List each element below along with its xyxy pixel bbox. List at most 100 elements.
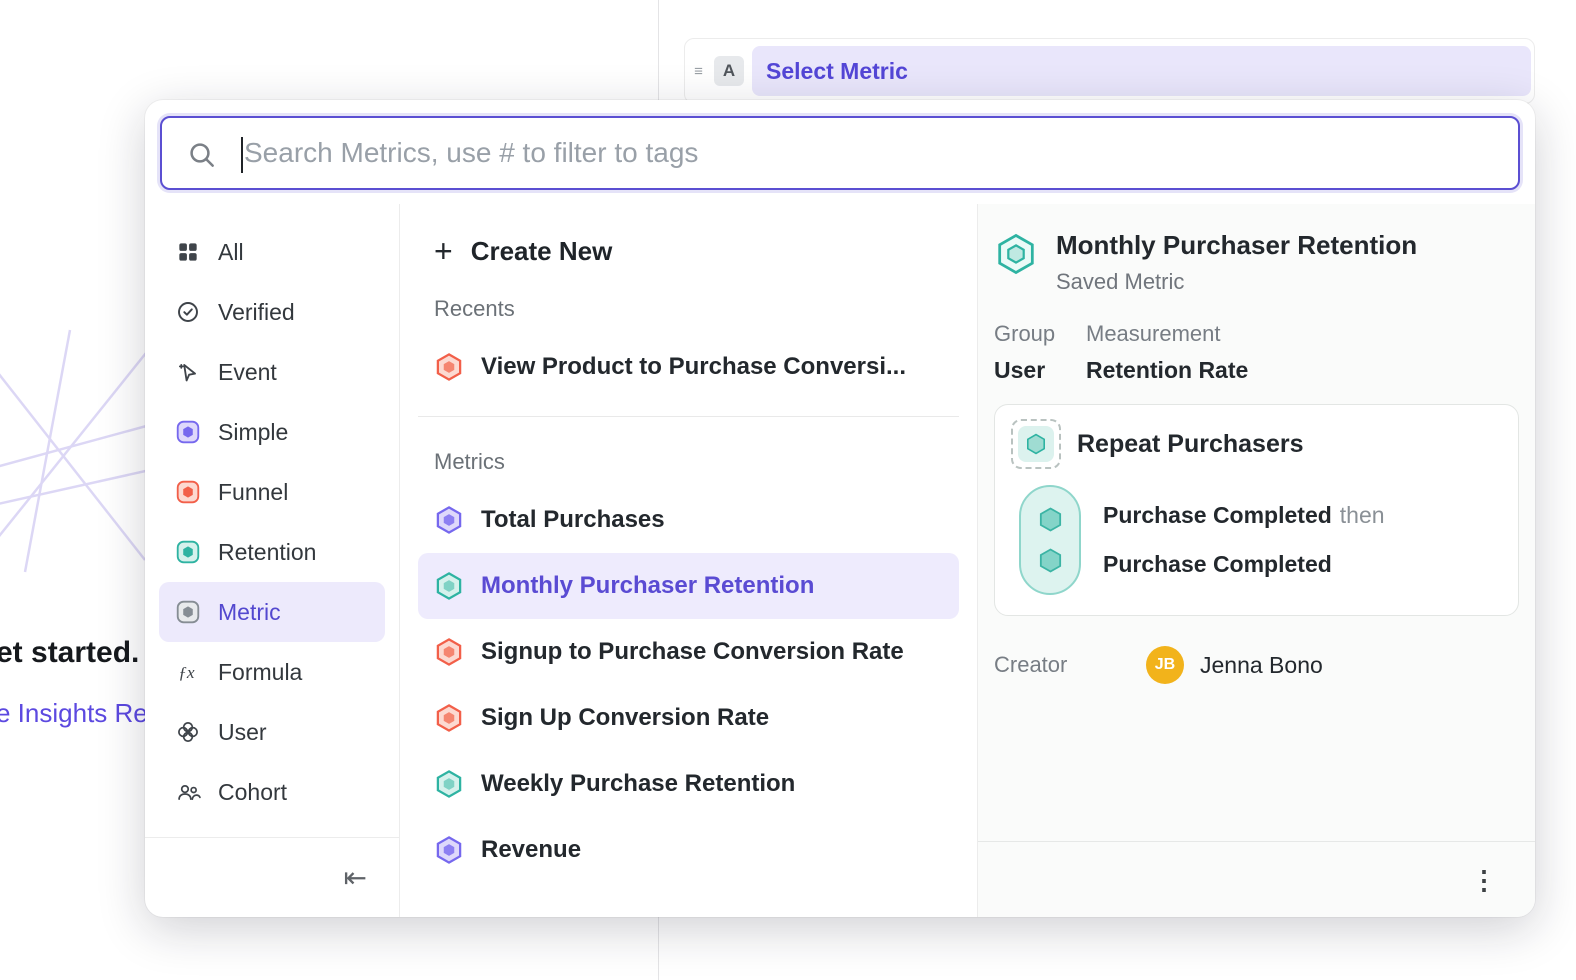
sidebar-item-label: Retention: [218, 539, 316, 566]
sidebar-item-all[interactable]: All: [159, 222, 385, 282]
sidebar-item-cohort[interactable]: Cohort: [159, 762, 385, 822]
sidebar-item-formula[interactable]: ƒx Formula: [159, 642, 385, 702]
sidebar-item-label: Cohort: [218, 779, 287, 806]
metric-definition-card: Repeat Purchasers Purchase Completed the…: [994, 404, 1519, 616]
metric-picker-modal: All Verified: [145, 100, 1535, 917]
kebab-menu-icon[interactable]: ⋮: [1471, 867, 1497, 893]
create-new-label: Create New: [471, 236, 613, 267]
sidebar-item-label: Funnel: [218, 479, 288, 506]
metric-preview-panel: Monthly Purchaser Retention Saved Metric…: [978, 204, 1535, 917]
sidebar-item-verified[interactable]: Verified: [159, 282, 385, 342]
metric-list-item[interactable]: Total Purchases: [418, 487, 959, 553]
behavior-icon: [1011, 419, 1061, 469]
step1-suffix: then: [1340, 502, 1385, 529]
query-builder-row: ≡ A Select Metric: [684, 38, 1535, 104]
event-cursor-icon: [175, 359, 201, 385]
preview-content: Monthly Purchaser Retention Saved Metric…: [978, 204, 1535, 841]
modal-body: All Verified: [145, 204, 1535, 917]
metric-label: Sign Up Conversion Rate: [481, 704, 769, 732]
preview-header: Monthly Purchaser Retention Saved Metric: [994, 230, 1519, 295]
query-row-letter-badge: A: [714, 56, 744, 86]
search-icon: [186, 139, 218, 176]
drag-handle-icon[interactable]: ≡: [690, 64, 706, 79]
funnel-metric-icon: [175, 479, 201, 505]
measurement-value: Retention Rate: [1086, 357, 1248, 384]
search-input[interactable]: [162, 118, 1518, 188]
preview-meta: Group User Measurement Retention Rate: [994, 321, 1519, 384]
plus-icon: +: [434, 235, 453, 267]
group-label: Group: [994, 321, 1086, 347]
sidebar-item-event[interactable]: Event: [159, 342, 385, 402]
sidebar-item-simple[interactable]: Simple: [159, 402, 385, 462]
step2-event: Purchase Completed: [1103, 551, 1332, 578]
measurement-label: Measurement: [1086, 321, 1248, 347]
sidebar-item-label: User: [218, 719, 267, 746]
step1-event: Purchase Completed: [1103, 502, 1332, 529]
metric-label: Total Purchases: [481, 506, 665, 534]
metric-hexagon-icon: [175, 599, 201, 625]
step-hexagon-icon: [1037, 506, 1064, 533]
text-caret: [241, 137, 243, 173]
retention-metric-icon: [994, 232, 1038, 276]
funnel-metric-icon: [434, 703, 464, 733]
sidebar-item-label: Formula: [218, 659, 302, 686]
retention-metric-icon: [434, 571, 464, 601]
avatar: JB: [1146, 646, 1184, 684]
sidebar-footer: ⇤: [145, 837, 399, 917]
preview-title: Monthly Purchaser Retention: [1056, 230, 1417, 261]
sidebar-item-label: Event: [218, 359, 277, 386]
metric-list-item[interactable]: Sign Up Conversion Rate: [418, 685, 959, 751]
retention-metric-icon: [434, 769, 464, 799]
sidebar-item-label: Verified: [218, 299, 295, 326]
funnel-metric-icon: [434, 352, 464, 382]
sidebar-item-retention[interactable]: Retention: [159, 522, 385, 582]
user-flower-icon: [175, 719, 201, 745]
sidebar-item-label: Simple: [218, 419, 288, 446]
steps-pill: [1019, 485, 1081, 595]
background-insights-link-fragment[interactable]: e Insights Re: [0, 698, 148, 729]
preview-footer: ⋮: [978, 841, 1535, 917]
metric-label: Revenue: [481, 836, 581, 864]
filter-sidebar: All Verified: [145, 204, 400, 917]
list-divider: [418, 416, 959, 417]
select-metric-field[interactable]: Select Metric: [752, 46, 1531, 96]
sidebar-item-funnel[interactable]: Funnel: [159, 462, 385, 522]
recents-heading: Recents: [418, 280, 959, 334]
funnel-metric-icon: [434, 637, 464, 667]
metric-list-column: + Create New Recents View Product to Pur…: [400, 204, 978, 917]
simple-metric-icon: [434, 505, 464, 535]
metrics-heading: Metrics: [418, 433, 959, 487]
select-metric-label: Select Metric: [766, 58, 908, 85]
step-hexagon-icon: [1037, 547, 1064, 574]
recent-item[interactable]: View Product to Purchase Conversi...: [418, 334, 959, 400]
recent-item-label: View Product to Purchase Conversi...: [481, 353, 906, 381]
search-box: [160, 116, 1520, 190]
creator-label: Creator: [994, 652, 1146, 678]
collapse-panel-icon[interactable]: ⇤: [344, 864, 367, 892]
metric-list-item[interactable]: Weekly Purchase Retention: [418, 751, 959, 817]
metric-list-item[interactable]: Revenue: [418, 817, 959, 883]
sidebar-item-label: All: [218, 239, 244, 266]
creator-name: Jenna Bono: [1200, 652, 1323, 679]
simple-metric-icon: [434, 835, 464, 865]
search-section: [145, 100, 1535, 204]
preview-subtitle: Saved Metric: [1056, 269, 1417, 295]
metric-list-item[interactable]: Signup to Purchase Conversion Rate: [418, 619, 959, 685]
create-new-button[interactable]: + Create New: [418, 222, 959, 280]
sidebar-item-metric[interactable]: Metric: [159, 582, 385, 642]
sidebar-item-user[interactable]: User: [159, 702, 385, 762]
metric-label: Monthly Purchaser Retention: [481, 572, 814, 600]
sidebar-item-label: Metric: [218, 599, 281, 626]
simple-metric-icon: [175, 419, 201, 445]
metric-label: Signup to Purchase Conversion Rate: [481, 638, 904, 666]
retention-metric-icon: [175, 539, 201, 565]
formula-icon: ƒx: [175, 659, 201, 685]
grid-icon: [175, 239, 201, 265]
cohort-people-icon: [175, 779, 201, 805]
creator-row: Creator JB Jenna Bono: [994, 646, 1519, 684]
definition-title: Repeat Purchasers: [1077, 430, 1304, 459]
filter-list: All Verified: [145, 204, 399, 837]
metric-list-item-selected[interactable]: Monthly Purchaser Retention: [418, 553, 959, 619]
group-value: User: [994, 357, 1086, 384]
definition-header: Repeat Purchasers: [1011, 419, 1502, 469]
